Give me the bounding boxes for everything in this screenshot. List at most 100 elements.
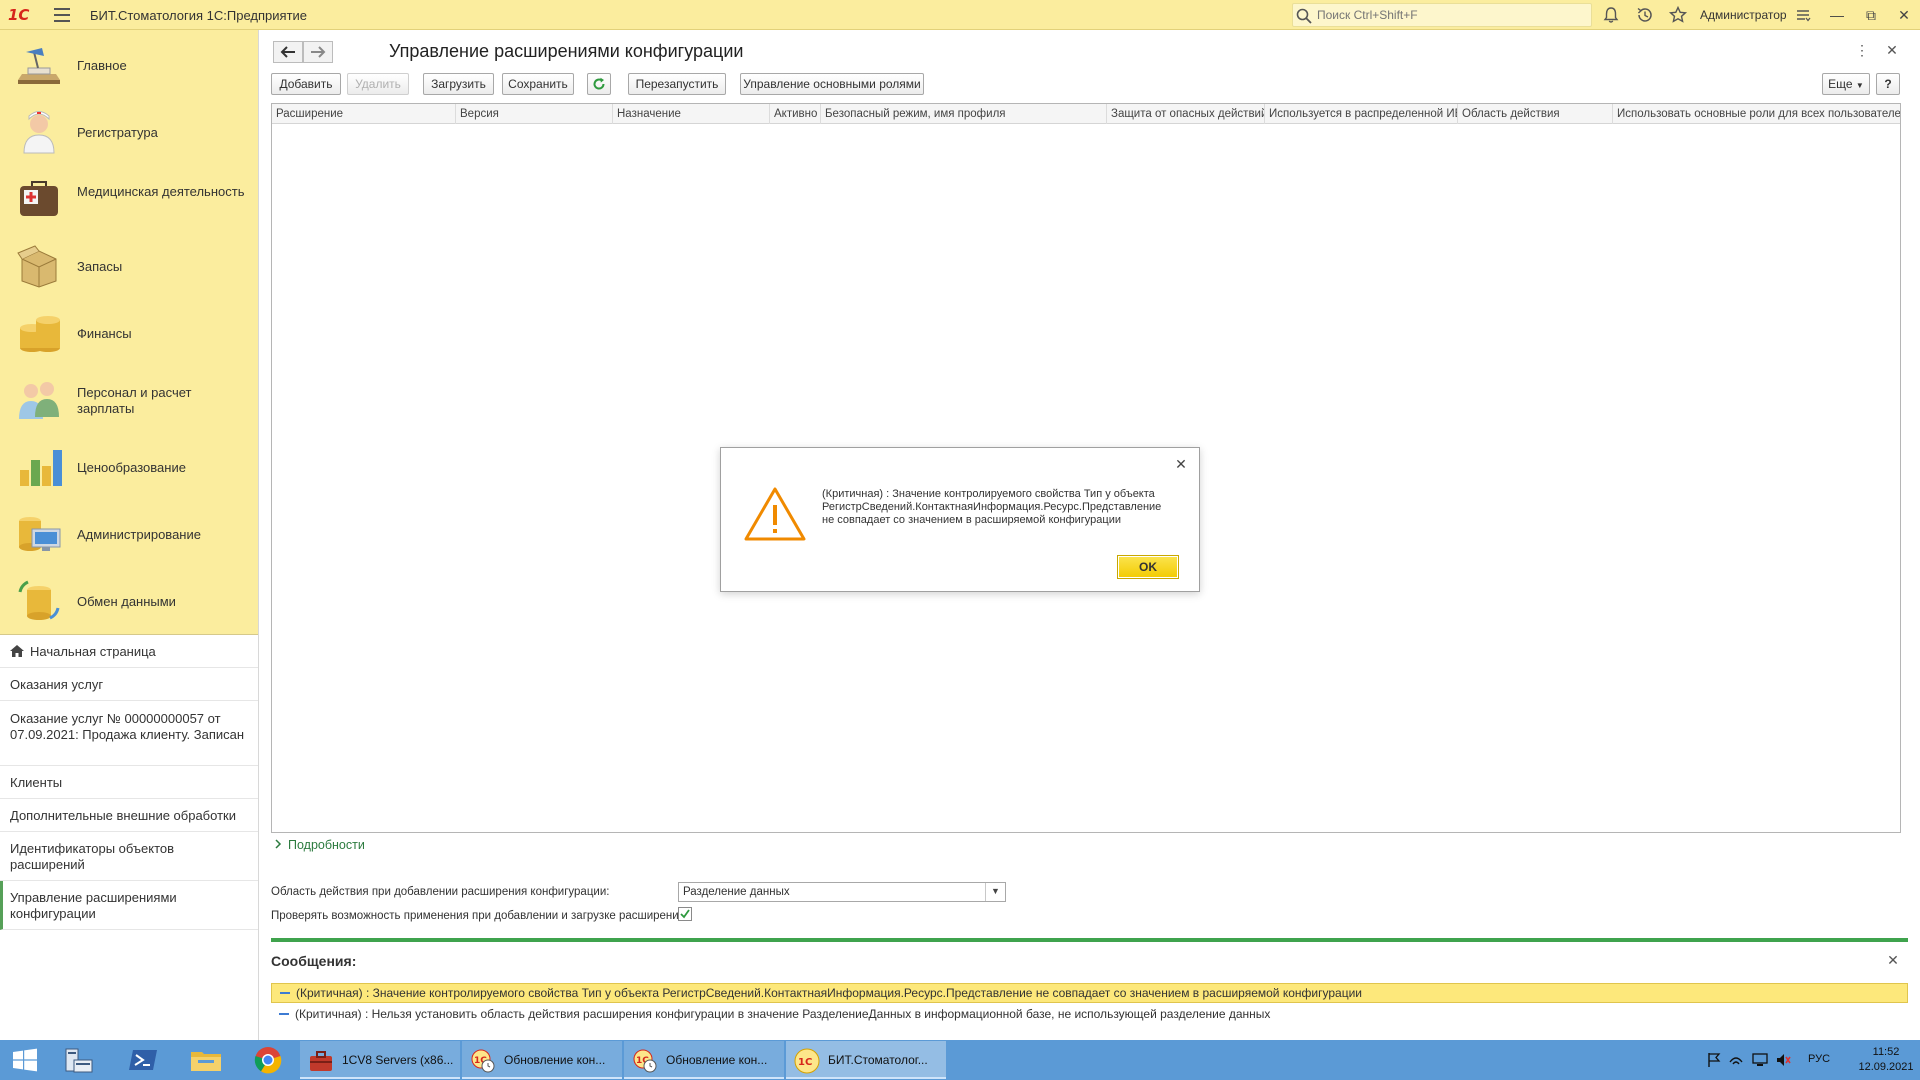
input-language[interactable]: РУС <box>1808 1053 1830 1065</box>
section-staff[interactable]: Персонал и расчет зарплаты <box>0 365 258 432</box>
more-button[interactable]: Еще ▼ <box>1822 73 1870 95</box>
details-link[interactable]: Подробности <box>274 838 365 852</box>
main-menu-icon[interactable] <box>54 8 70 22</box>
check-applicability-checkbox[interactable] <box>678 907 692 921</box>
manage-roles-button[interactable]: Управление основными ролями <box>740 73 924 95</box>
search-box[interactable] <box>1292 3 1592 27</box>
section-label: Регистратура <box>77 125 158 140</box>
check-applicability-label: Проверять возможность применения при доб… <box>271 910 689 922</box>
1c-app-icon: 1C <box>794 1048 820 1074</box>
computer-icon <box>19 517 61 551</box>
section-label: Администрирование <box>77 527 201 542</box>
section-registry[interactable]: Регистратура <box>0 97 258 164</box>
history-item-clients[interactable]: Клиенты <box>0 766 258 799</box>
restore-icon[interactable]: ⧉ <box>1860 4 1882 26</box>
ok-button[interactable]: OK <box>1117 555 1179 579</box>
load-button[interactable]: Загрузить <box>423 73 494 95</box>
computer-tray-icon[interactable] <box>1752 1052 1768 1068</box>
more-options-icon[interactable]: ⋮ <box>1852 40 1872 60</box>
history-item-home[interactable]: Начальная страница <box>0 635 258 668</box>
column-header-extension[interactable]: Расширение <box>272 104 456 124</box>
section-stock[interactable]: Запасы <box>0 231 258 298</box>
section-finance[interactable]: Финансы <box>0 298 258 365</box>
history-item-label: Дополнительные внешние обработки <box>10 808 236 823</box>
server-manager-icon[interactable] <box>62 1040 96 1080</box>
chevron-right-icon <box>275 839 282 849</box>
powershell-icon[interactable] <box>127 1040 161 1080</box>
app-logo[interactable]: 1С <box>8 6 44 24</box>
task-label: 1CV8 Servers (x86... <box>342 1053 454 1067</box>
volume-muted-icon[interactable] <box>1775 1052 1791 1068</box>
save-button[interactable]: Сохранить <box>502 73 574 95</box>
network-icon[interactable] <box>1728 1052 1744 1068</box>
history-item-extension-ids[interactable]: Идентификаторы объектов расширений <box>0 832 258 881</box>
column-header-version[interactable]: Версия <box>456 104 613 124</box>
section-main[interactable]: Главное <box>0 30 258 97</box>
history-item-extensions-management[interactable]: Управление расширениями конфигурации <box>0 881 258 930</box>
task-update-1[interactable]: 1C Обновление кон... <box>462 1041 622 1079</box>
column-header-protection[interactable]: Защита от опасных действий <box>1107 104 1265 124</box>
history-item-services[interactable]: Оказания услуг <box>0 668 258 701</box>
column-header-safe-mode[interactable]: Безопасный режим, имя профиля <box>821 104 1107 124</box>
delete-button[interactable]: Удалить <box>347 73 409 95</box>
warning-icon <box>744 487 806 541</box>
column-header-distributed[interactable]: Используется в распределенной ИБ <box>1265 104 1458 124</box>
clock-date: 12.09.2021 <box>1858 1061 1914 1073</box>
task-bit-dentistry[interactable]: 1C БИТ.Стоматолог... <box>786 1041 946 1079</box>
close-window-icon[interactable]: ✕ <box>1893 4 1915 26</box>
nurse-icon <box>23 111 55 154</box>
desk-lamp-icon <box>18 48 60 84</box>
message-text: (Критичная) : Значение контролируемого с… <box>296 986 1362 1000</box>
history-item-label: Оказания услуг <box>10 677 104 692</box>
app-title: БИТ.Стоматология 1С:Предприятие <box>90 8 308 23</box>
bell-icon[interactable] <box>1601 5 1621 25</box>
message-item[interactable]: (Критичная) : Значение контролируемого с… <box>271 983 1908 1003</box>
user-name[interactable]: Администратор <box>1700 8 1787 22</box>
favorites-star-icon[interactable] <box>1668 5 1688 25</box>
chrome-icon[interactable] <box>251 1040 285 1080</box>
column-header-purpose[interactable]: Назначение <box>613 104 770 124</box>
section-label: Медицинская деятельность <box>77 184 245 199</box>
minimize-icon[interactable]: — <box>1826 4 1848 26</box>
column-header-active[interactable]: Активно <box>770 104 821 124</box>
section-admin[interactable]: Администрирование <box>0 499 258 566</box>
dialog-message: (Критичная) : Значение контролируемого с… <box>822 488 1172 527</box>
scope-select[interactable]: Разделение данных ▼ <box>678 882 1006 902</box>
messages-divider <box>271 938 1908 942</box>
column-header-scope[interactable]: Область действия <box>1458 104 1613 124</box>
section-exchange[interactable]: Обмен данными <box>0 566 258 633</box>
dropdown-arrow-icon[interactable]: ▼ <box>985 883 1005 901</box>
add-button[interactable]: Добавить <box>271 73 341 95</box>
scope-select-value: Разделение данных <box>683 886 790 898</box>
settings-menu-icon[interactable] <box>1793 5 1813 25</box>
file-explorer-icon[interactable] <box>188 1040 224 1080</box>
section-medical[interactable]: Медицинская деятельность <box>0 164 258 231</box>
refresh-button[interactable] <box>587 73 611 95</box>
system-clock[interactable]: 11:52 12.09.2021 <box>1858 1045 1914 1075</box>
dialog-message-line: (Критичная) : Значение контролируемого с… <box>822 488 1155 500</box>
section-pricing[interactable]: Ценообразование <box>0 432 258 499</box>
task-1cv8-servers[interactable]: 1CV8 Servers (x86... <box>300 1041 460 1079</box>
windows-start-icon[interactable] <box>10 1040 40 1080</box>
restart-button[interactable]: Перезапустить <box>628 73 726 95</box>
medical-bag-icon <box>20 181 58 216</box>
forward-button[interactable] <box>303 41 333 63</box>
message-item[interactable]: (Критичная) : Нельзя установить область … <box>271 1005 1908 1025</box>
column-header-main-roles[interactable]: Использовать основные роли для всех поль… <box>1613 104 1900 124</box>
close-messages-icon[interactable]: ✕ <box>1885 952 1901 968</box>
help-button[interactable]: ? <box>1876 73 1900 95</box>
close-form-icon[interactable]: ✕ <box>1882 40 1902 60</box>
section-label: Запасы <box>77 259 123 274</box>
search-input[interactable] <box>1315 6 1585 24</box>
1c-update-icon: 1C <box>633 1049 657 1073</box>
history-item-service-doc[interactable]: Оказание услуг № 00000000057 от 07.09.20… <box>0 701 258 766</box>
history-item-external-processing[interactable]: Дополнительные внешние обработки <box>0 799 258 832</box>
action-center-flag-icon[interactable] <box>1706 1052 1722 1068</box>
history-icon[interactable] <box>1635 5 1655 25</box>
task-update-2[interactable]: 1C Обновление кон... <box>624 1041 784 1079</box>
section-label: Обмен данными <box>77 594 176 609</box>
message-text: (Критичная) : Нельзя установить область … <box>295 1007 1271 1021</box>
back-button[interactable] <box>273 41 303 63</box>
history-item-label: Начальная страница <box>30 644 156 659</box>
close-dialog-icon[interactable]: ✕ <box>1171 454 1191 474</box>
